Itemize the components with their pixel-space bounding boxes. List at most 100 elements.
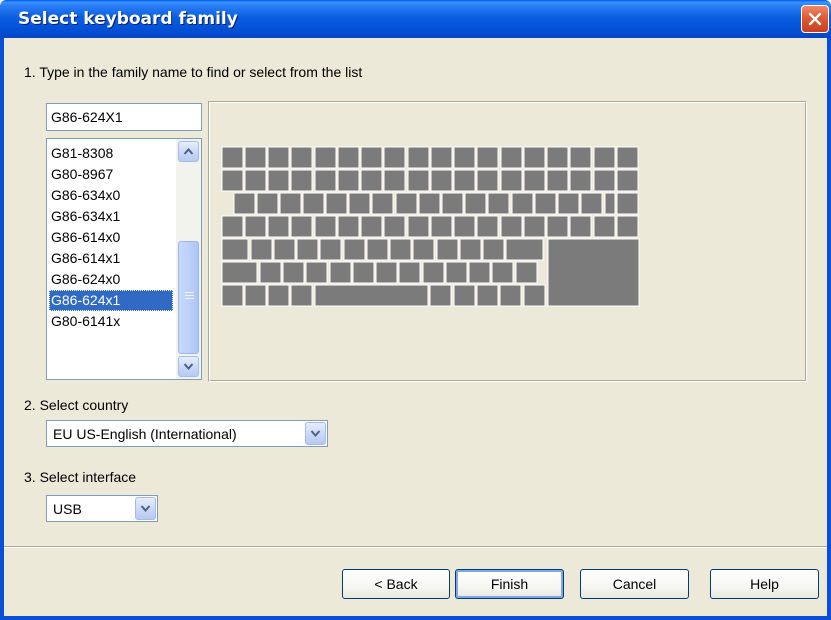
keyboard-key [407,146,430,169]
keyboard-key [468,261,491,284]
finish-button[interactable]: Finish [455,569,564,599]
scroll-grip [185,295,194,296]
keyboard-key [273,238,296,261]
keyboard-key [476,146,499,169]
keyboard-key [314,169,337,192]
keyboard-key [221,261,258,284]
keyboard-key [499,284,522,307]
keyboard-key [348,192,371,215]
chevron-down-icon [183,363,194,371]
list-item-selected[interactable]: G86-624x1 [49,290,173,311]
keyboard-key [383,146,406,169]
step1-label: 1. Type in the family name to find or se… [24,64,363,80]
keyboard-key [429,284,452,307]
keyboard-key [482,238,505,261]
scroll-grip [185,298,194,299]
list-item[interactable]: G81-8308 [49,143,173,164]
keyboard-key [314,146,337,169]
keyboard-key [337,169,360,192]
keyboard-key [500,215,523,238]
keyboard-key [221,215,244,238]
keyboard-key [244,284,267,307]
keyboard-key [221,146,244,169]
keyboard-key [343,238,366,261]
keyboard-key [352,261,375,284]
chevron-up-icon [183,147,194,155]
scroll-down-button[interactable] [178,356,199,377]
keyboard-key [418,192,441,215]
keyboard-key [430,215,453,238]
cancel-button[interactable]: Cancel [580,569,689,599]
keyboard-key [459,238,482,261]
close-button[interactable] [801,5,829,33]
touchpad [547,238,640,307]
keyboard-key [360,215,383,238]
keyboard-key [515,261,538,284]
keyboard-key [221,169,244,192]
keyboard-key [546,215,569,238]
keyboard-key [259,261,282,284]
step2-label: 2. Select country [24,397,129,413]
title-bar: Select keyboard family [0,0,831,38]
keyboard-key [569,215,592,238]
interface-select[interactable]: USB [46,495,158,522]
keyboard-key [329,261,352,284]
keyboard-key [422,261,445,284]
keyboard-key [398,261,421,284]
keyboard-layout-image [221,146,640,307]
chevron-down-icon [140,505,151,513]
family-search-input[interactable] [46,103,202,131]
country-dropdown-button[interactable] [305,422,326,445]
keyboard-key [557,192,580,215]
keyboard-key [233,192,256,215]
keyboard-key [546,146,569,169]
list-item[interactable]: G86-614x1 [49,248,173,269]
interface-select-value: USB [53,501,82,517]
keyboard-key [593,215,616,238]
keyboard-key [453,146,476,169]
keyboard-key [491,261,514,284]
keyboard-key [305,261,328,284]
keyboard-key [569,169,592,192]
keyboard-key [302,192,325,215]
list-item[interactable]: G86-634x1 [49,206,173,227]
keyboard-key [221,284,244,307]
keyboard-key [267,284,290,307]
keyboard-key [441,192,464,215]
list-item[interactable]: G80-6141x [49,311,173,332]
keyboard-key [325,192,348,215]
keyboard-key [366,238,389,261]
keyboard-key [476,169,499,192]
keyboard-key [453,284,476,307]
keyboard-key [314,284,429,307]
keyboard-key [314,215,337,238]
keyboard-key [395,192,418,215]
family-listbox[interactable]: G81-8308 G80-8967 G86-634x0 G86-634x1 G8… [46,138,202,380]
country-select-value: EU US-English (International) [53,426,237,442]
keyboard-key [371,192,394,215]
keyboard-key [244,215,267,238]
keyboard-key [383,169,406,192]
keyboard-key [282,261,305,284]
scroll-up-button[interactable] [178,141,199,162]
keyboard-key [593,169,616,192]
close-icon [808,12,822,26]
keyboard-key [445,261,468,284]
keyboard-key [453,169,476,192]
list-scrollbar[interactable] [176,139,201,379]
list-item[interactable]: G86-624x0 [49,269,173,290]
list-item[interactable]: G80-8967 [49,164,173,185]
keyboard-key [430,169,453,192]
interface-dropdown-button[interactable] [135,497,156,520]
keyboard-key [505,238,544,261]
list-item[interactable]: G86-614x0 [49,227,173,248]
country-select[interactable]: EU US-English (International) [46,420,328,447]
back-button[interactable]: < Back [342,569,450,599]
keyboard-key [383,215,406,238]
keyboard-key [500,169,523,192]
keyboard-key [360,146,383,169]
scroll-thumb[interactable] [178,241,199,354]
help-button[interactable]: Help [710,569,819,599]
keyboard-key [267,215,290,238]
list-item[interactable]: G86-634x0 [49,185,173,206]
